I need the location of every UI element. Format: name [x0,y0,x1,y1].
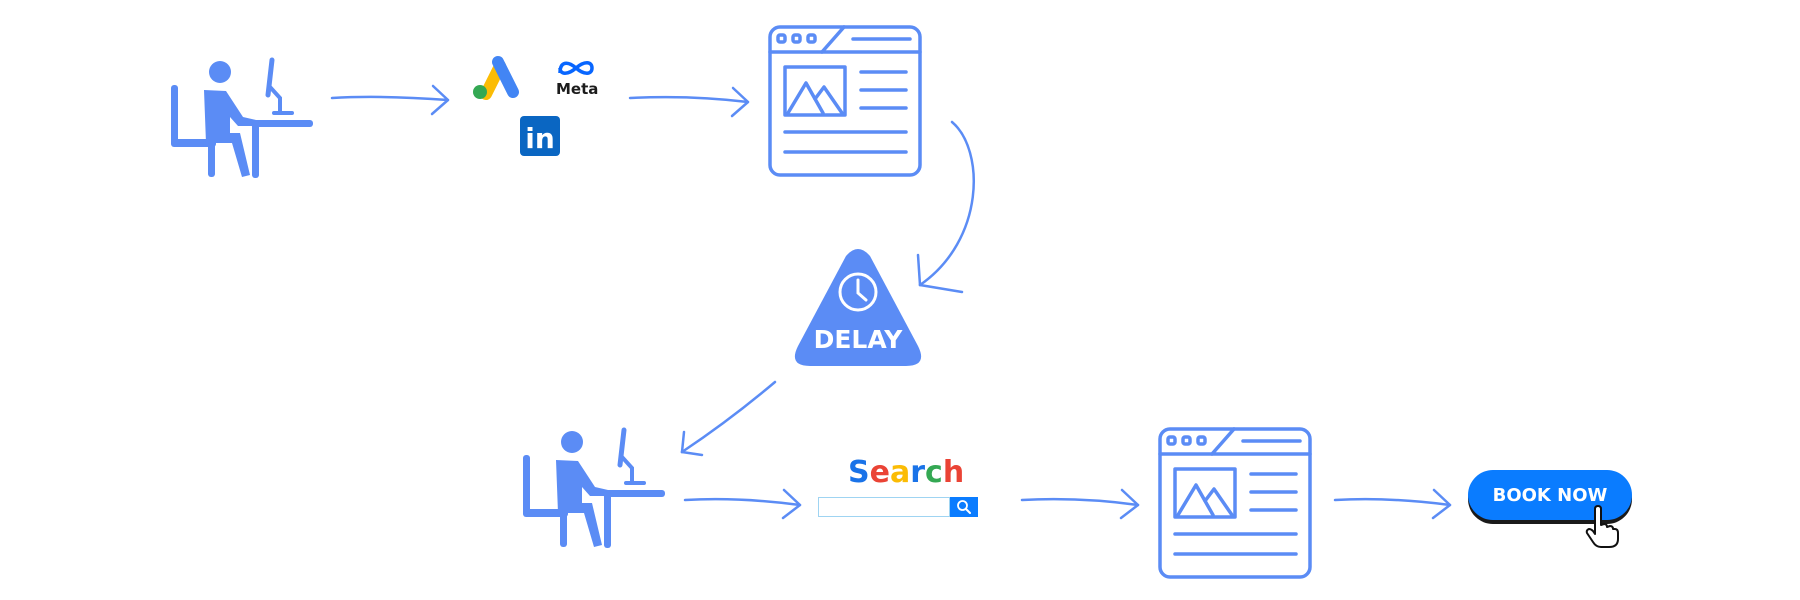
linkedin-label: in [525,122,555,155]
meta-label: Meta [556,80,599,98]
delay-label: DELAY [814,325,904,354]
search-input[interactable] [818,497,950,517]
search-letter: r [910,455,926,490]
arrow-search-to-webpage [1020,488,1140,520]
book-now-label: BOOK NOW [1492,484,1608,506]
linkedin-logo-icon: in [520,116,560,156]
search-button[interactable] [950,497,978,517]
magnifier-icon [957,500,971,514]
search-title: Search [848,455,964,490]
person-at-computer-icon [171,57,313,178]
webpage-icon [1158,427,1312,579]
search-letter: a [889,455,911,490]
search-letter: S [848,455,870,490]
google-ads-icon [473,56,519,100]
arrow-delay-to-user [680,380,777,457]
ad-platforms-group: Meta in [470,50,610,165]
arrow-webpage-to-book [1333,488,1452,520]
delay-node: DELAY [794,249,922,366]
arrow-user-to-search [683,488,802,520]
webpage-icon [768,25,922,177]
pointer-hand-cursor-icon [1585,505,1619,548]
arrow-ads-to-webpage [628,86,750,118]
arrow-user-to-ads [330,84,450,116]
search-letter: c [925,455,943,490]
arrow-webpage-to-delay [916,120,975,294]
meta-logo-icon [558,61,594,75]
person-at-computer-icon [523,427,665,548]
search-letter: e [869,455,890,490]
search-letter: h [942,455,965,490]
